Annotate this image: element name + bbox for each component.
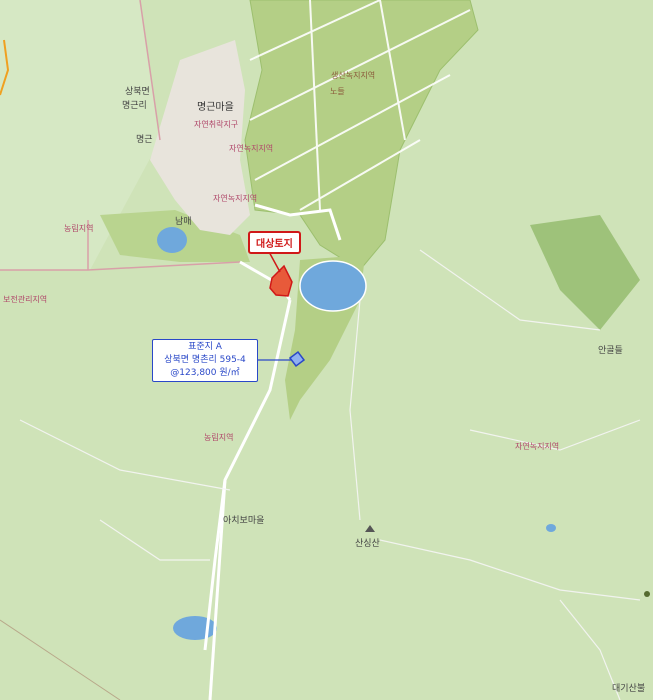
map-layer (0, 0, 653, 700)
reference-line-3: @123,800 원/㎡ (170, 368, 240, 378)
reference-line-2: 상북면 명촌리 595-4 (164, 355, 246, 365)
zone-label-nongeop: 농림지역 (64, 224, 94, 233)
zone-label-production-green: 생산녹지지역 (331, 71, 376, 80)
poi-marker (644, 591, 650, 597)
place-label-angoldeul: 안골들 (598, 346, 623, 356)
place-label-sangsang-mountain: 산싱산 (355, 539, 380, 549)
zone-label-natural-green: 자연녹지지역 (229, 144, 274, 153)
zone-label-natural-green-2: 자연녹지지역 (213, 194, 258, 203)
zone-label-natural-village: 자연취락지구 (194, 120, 239, 129)
place-label-daegi: 대기산불 (612, 684, 646, 694)
reference-callout[interactable]: 표준지 A 상북면 명촌리 595-4 @123,800 원/㎡ (152, 339, 258, 382)
map-canvas[interactable]: 명근마을 상북면 명근리 명근 남매 아치보마을 산싱산 안골들 대기산불 농림… (0, 0, 653, 700)
pond-small (546, 524, 556, 532)
place-label-nongdap: 남매 (175, 217, 192, 227)
zone-label-no: 노들 (330, 87, 345, 96)
reservoir-main (299, 260, 367, 312)
zone-label-natural-green-3: 자연녹지지역 (515, 442, 560, 451)
zone-label-conservation: 보전관리지역 (3, 295, 48, 304)
pond-nongdap (157, 227, 187, 253)
place-label-sangbuk-myeon: 상북면 (125, 87, 150, 97)
place-label-myeonggeun-village: 명근마을 (197, 102, 234, 113)
place-label-achibo-village: 아치보마을 (223, 516, 265, 526)
place-label-myeonggeun-ri: 명근리 (122, 101, 147, 111)
zone-label-nongeop-2: 농림지역 (204, 433, 234, 442)
subject-callout[interactable]: 대상토지 (248, 231, 301, 254)
reference-line-1: 표준지 A (188, 342, 222, 352)
pond-south (173, 616, 217, 640)
place-label-myeonggeun: 명근 (136, 135, 153, 145)
